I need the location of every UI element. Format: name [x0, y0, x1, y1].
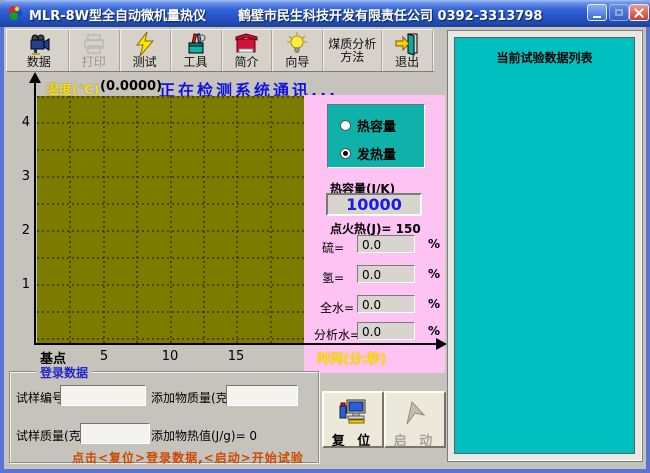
y-axis [34, 82, 36, 345]
x-tick-label: 10 [159, 349, 181, 364]
toolbar-button-test[interactable]: 测试 [120, 30, 171, 71]
x-axis-arrow [436, 338, 447, 350]
book-icon [233, 32, 259, 56]
test-data-list[interactable]: 当前试验数据列表 [454, 37, 635, 454]
analysis-water-field[interactable]: 0.0 [357, 322, 415, 340]
x-tick-label: 15 [225, 349, 247, 364]
y-tick-label: 1 [12, 277, 30, 292]
toolbar-button-label: 退出 [395, 56, 419, 69]
chart-gridlines [37, 96, 304, 344]
computer-icon [338, 398, 368, 430]
sample-no-input[interactable] [60, 385, 146, 406]
window-title: MLR-8W型全自动微机量热仪 [29, 5, 206, 24]
toolbar-button-label: 简介 [234, 56, 258, 69]
toolbar-button-tools[interactable]: 工具 [171, 30, 222, 71]
radio-icon [340, 120, 351, 131]
form-background: 数据 打印 测试 [4, 27, 646, 469]
bulb-icon [285, 32, 309, 56]
printer-icon [82, 32, 106, 56]
reset-button-label: 复 位 [332, 430, 375, 449]
start-button[interactable]: 启 动 [384, 391, 446, 448]
analysis-water-unit: % [428, 324, 440, 338]
close-icon [634, 8, 644, 18]
sulfur-field[interactable]: 0.0 [357, 235, 415, 253]
toolbar-button-label: 向导 [285, 56, 309, 69]
tools-icon [184, 32, 208, 56]
toolbar-button-data[interactable]: 数据 [10, 30, 69, 71]
time-axis-label: 时间(分:秒) [317, 348, 386, 367]
sulfur-unit: % [428, 237, 440, 251]
additive-mass-label: 添加物质量(克) [151, 389, 232, 406]
toolbar-button-intro[interactable]: 简介 [222, 30, 273, 71]
toolbar-button-wizard[interactable]: 向导 [272, 30, 323, 71]
application-window: MLR-8W型全自动微机量热仪 鹤壁市民生科技开发有限责任公司 0392-331… [0, 0, 650, 473]
start-arrow-icon [400, 398, 430, 430]
radio-label: 热容量 [357, 116, 396, 135]
y-tick-label: 4 [12, 115, 30, 130]
title-bar: MLR-8W型全自动微机量热仪 鹤壁市民生科技开发有限责任公司 0392-331… [0, 0, 650, 27]
x-axis [34, 343, 440, 345]
operation-hint: 点击<复位>登录数据,<启动>开始试验 [72, 449, 304, 466]
analysis-water-label: 分析水= [314, 326, 360, 343]
minimize-button[interactable] [587, 4, 607, 21]
total-water-label: 全水= [320, 299, 354, 316]
sample-no-label: 试样编号 [16, 389, 64, 406]
x-tick-label: 5 [93, 349, 115, 364]
login-data-title: 登录数据 [36, 364, 92, 381]
start-button-label: 启 动 [394, 430, 437, 449]
maximize-icon [615, 9, 623, 16]
toolbar-button-label: 数据 [27, 56, 51, 69]
radio-calorific-value[interactable]: 发热量 [340, 144, 396, 163]
radio-heat-capacity[interactable]: 热容量 [340, 116, 396, 135]
test-data-list-title: 当前试验数据列表 [455, 49, 634, 66]
y-tick-label: 2 [12, 223, 30, 238]
radio-label: 发热量 [357, 144, 396, 163]
toolbar-button-coal-analysis[interactable]: 煤质分析 方法 [323, 30, 382, 71]
reset-button[interactable]: 复 位 [322, 391, 384, 448]
toolbar-button-exit[interactable]: 退出 [382, 30, 433, 71]
toolbar-button-label: 煤质分析 方法 [328, 38, 376, 63]
hydrogen-field[interactable]: 0.0 [357, 265, 415, 283]
close-button[interactable] [629, 4, 649, 21]
additive-mass-input[interactable] [226, 385, 298, 406]
additive-heat-label: 添加物热值(J/g)= 0 [151, 427, 257, 444]
camera-icon [27, 32, 51, 56]
toolbar: 数据 打印 测试 [6, 29, 434, 72]
hydrogen-label: 氢= [322, 269, 344, 286]
toolbar-button-label: 打印 [82, 56, 106, 69]
chart-plot-area [37, 96, 304, 344]
toolbar-button-label: 工具 [184, 56, 208, 69]
company-caption: 鹤壁市民生科技开发有限责任公司 0392-3313798 [238, 5, 542, 24]
test-data-panel-frame: 当前试验数据列表 [447, 30, 643, 462]
lightning-icon [134, 32, 156, 56]
radio-icon [340, 148, 351, 159]
heat-capacity-field[interactable]: 10000 [326, 193, 422, 216]
minimize-icon [593, 16, 601, 18]
sample-mass-label: 试样质量(克) [16, 427, 85, 444]
exit-icon [394, 32, 420, 56]
app-logo-icon [7, 5, 24, 22]
y-tick-label: 3 [12, 169, 30, 184]
maximize-button[interactable] [609, 4, 629, 21]
toolbar-button-label: 测试 [133, 56, 157, 69]
mode-select-box: 热容量 发热量 [327, 104, 425, 168]
temperature-reading: (0.0000) [100, 79, 162, 94]
sample-mass-input[interactable] [80, 423, 150, 444]
total-water-field[interactable]: 0.0 [357, 295, 415, 313]
total-water-unit: % [428, 297, 440, 311]
toolbar-button-print[interactable]: 打印 [69, 30, 120, 71]
sulfur-label: 硫= [322, 239, 344, 256]
hydrogen-unit: % [428, 267, 440, 281]
y-axis-arrow [29, 72, 41, 83]
